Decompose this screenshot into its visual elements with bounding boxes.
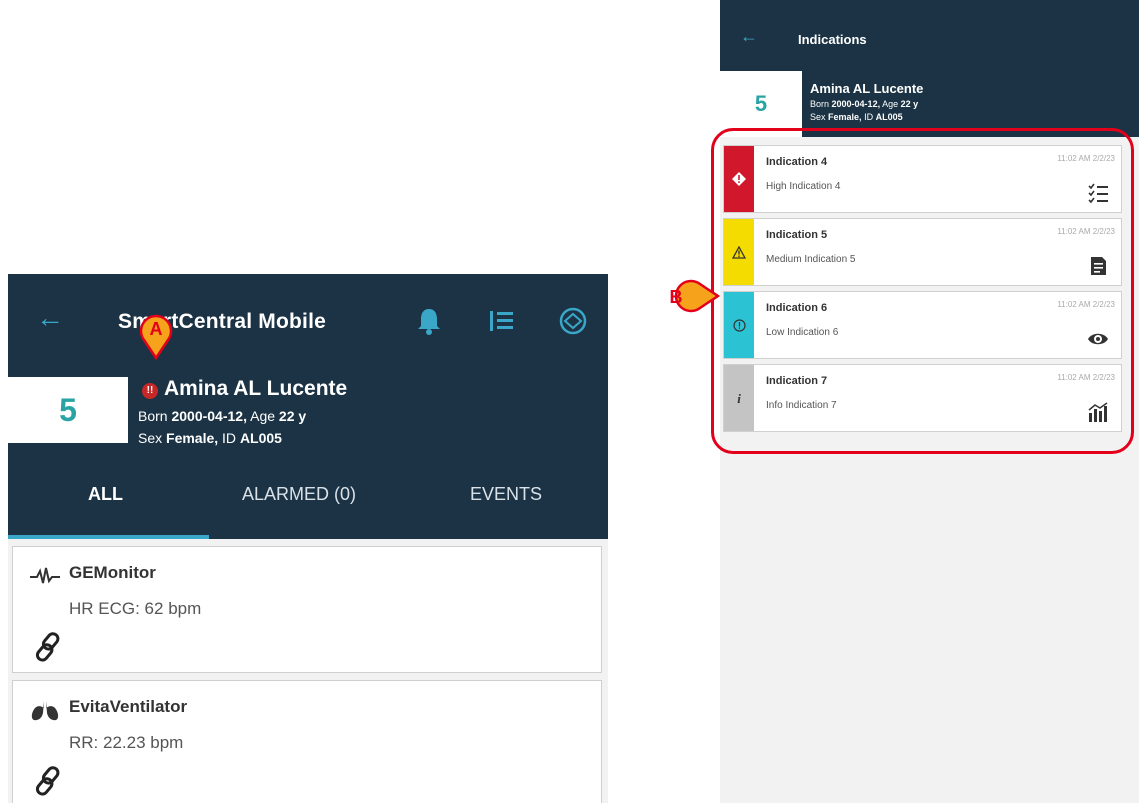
sex-value: Female, (828, 112, 862, 122)
active-tab-indicator (8, 535, 209, 539)
age-label: Age (250, 408, 276, 424)
back-arrow-icon[interactable]: ← (740, 26, 758, 47)
bell-icon[interactable] (412, 304, 446, 338)
sex-label: Sex (810, 112, 826, 122)
ecg-wave-icon (30, 567, 60, 584)
age-value: 22 y (900, 99, 919, 109)
tab-all[interactable]: ALL (88, 484, 123, 505)
main-screen: ← SmartCentral Mobile 5 !! Amina AL Lucen… (8, 274, 608, 803)
patient-sex-line: Sex Female, ID AL005 (810, 112, 903, 122)
marker-b-label: B (670, 287, 683, 307)
annotation-marker-a: A (139, 314, 173, 360)
back-arrow-icon[interactable]: ← (36, 304, 64, 332)
tab-bar: ALL ALARMED (0) EVENTS (8, 458, 608, 539)
born-label: Born (810, 99, 830, 109)
marker-a-label: A (150, 319, 163, 339)
app-bar: ← Indications (720, 0, 1139, 69)
device-name: EvitaVentilator (69, 697, 188, 716)
patient-name: Amina AL Lucente (810, 81, 924, 96)
alarm-indicator-icon: !! (142, 383, 158, 399)
tab-events[interactable]: EVENTS (470, 484, 542, 505)
patient-name-row: !! Amina AL Lucente (142, 377, 347, 401)
born-label: Born (138, 408, 168, 424)
age-label: Age (882, 99, 899, 109)
lungs-icon (31, 701, 59, 721)
device-name: GEMonitor (69, 563, 156, 582)
patient-header[interactable]: 5 !! Amina AL Lucente Born 2000-04-12, Ag… (8, 371, 608, 458)
id-value: AL005 (239, 430, 282, 446)
patient-header[interactable]: 5 Amina AL Lucente Born 2000-04-12, Age … (720, 69, 1139, 137)
device-card[interactable]: GEMonitor HR ECG: 62 bpm (12, 546, 602, 673)
sex-label: Sex (138, 430, 163, 446)
screen-title: Indications (798, 32, 867, 47)
id-label: ID (864, 112, 874, 122)
device-value: HR ECG: 62 bpm (69, 599, 202, 618)
born-value: 2000-04-12, (171, 408, 247, 424)
patient-birth-line: Born 2000-04-12, Age 22 y (138, 408, 306, 424)
bed-group-icon[interactable] (556, 304, 590, 338)
device-value: RR: 22.23 bpm (69, 733, 184, 752)
id-label: ID (222, 430, 237, 446)
born-value: 2000-04-12, (831, 99, 881, 109)
device-card[interactable]: EvitaVentilator RR: 22.23 bpm (12, 680, 602, 803)
indications-highlight-box (711, 128, 1134, 454)
app-bar: ← SmartCentral Mobile (8, 274, 608, 371)
annotation-marker-b: B (670, 279, 720, 313)
tab-alarmed[interactable]: ALARMED (0) (242, 484, 356, 505)
sex-value: Female, (166, 430, 219, 446)
link-icon[interactable] (33, 765, 65, 797)
bed-box: 5 (8, 377, 128, 443)
link-icon[interactable] (33, 631, 65, 663)
id-value: AL005 (875, 112, 903, 122)
patient-sex-line: Sex Female, ID AL005 (138, 430, 282, 446)
age-value: 22 y (278, 408, 307, 424)
patient-name: Amina AL Lucente (164, 377, 348, 400)
patient-birth-line: Born 2000-04-12, Age 22 y (810, 99, 918, 109)
numbered-list-icon[interactable] (484, 304, 518, 338)
bed-number: 5 (59, 392, 77, 428)
